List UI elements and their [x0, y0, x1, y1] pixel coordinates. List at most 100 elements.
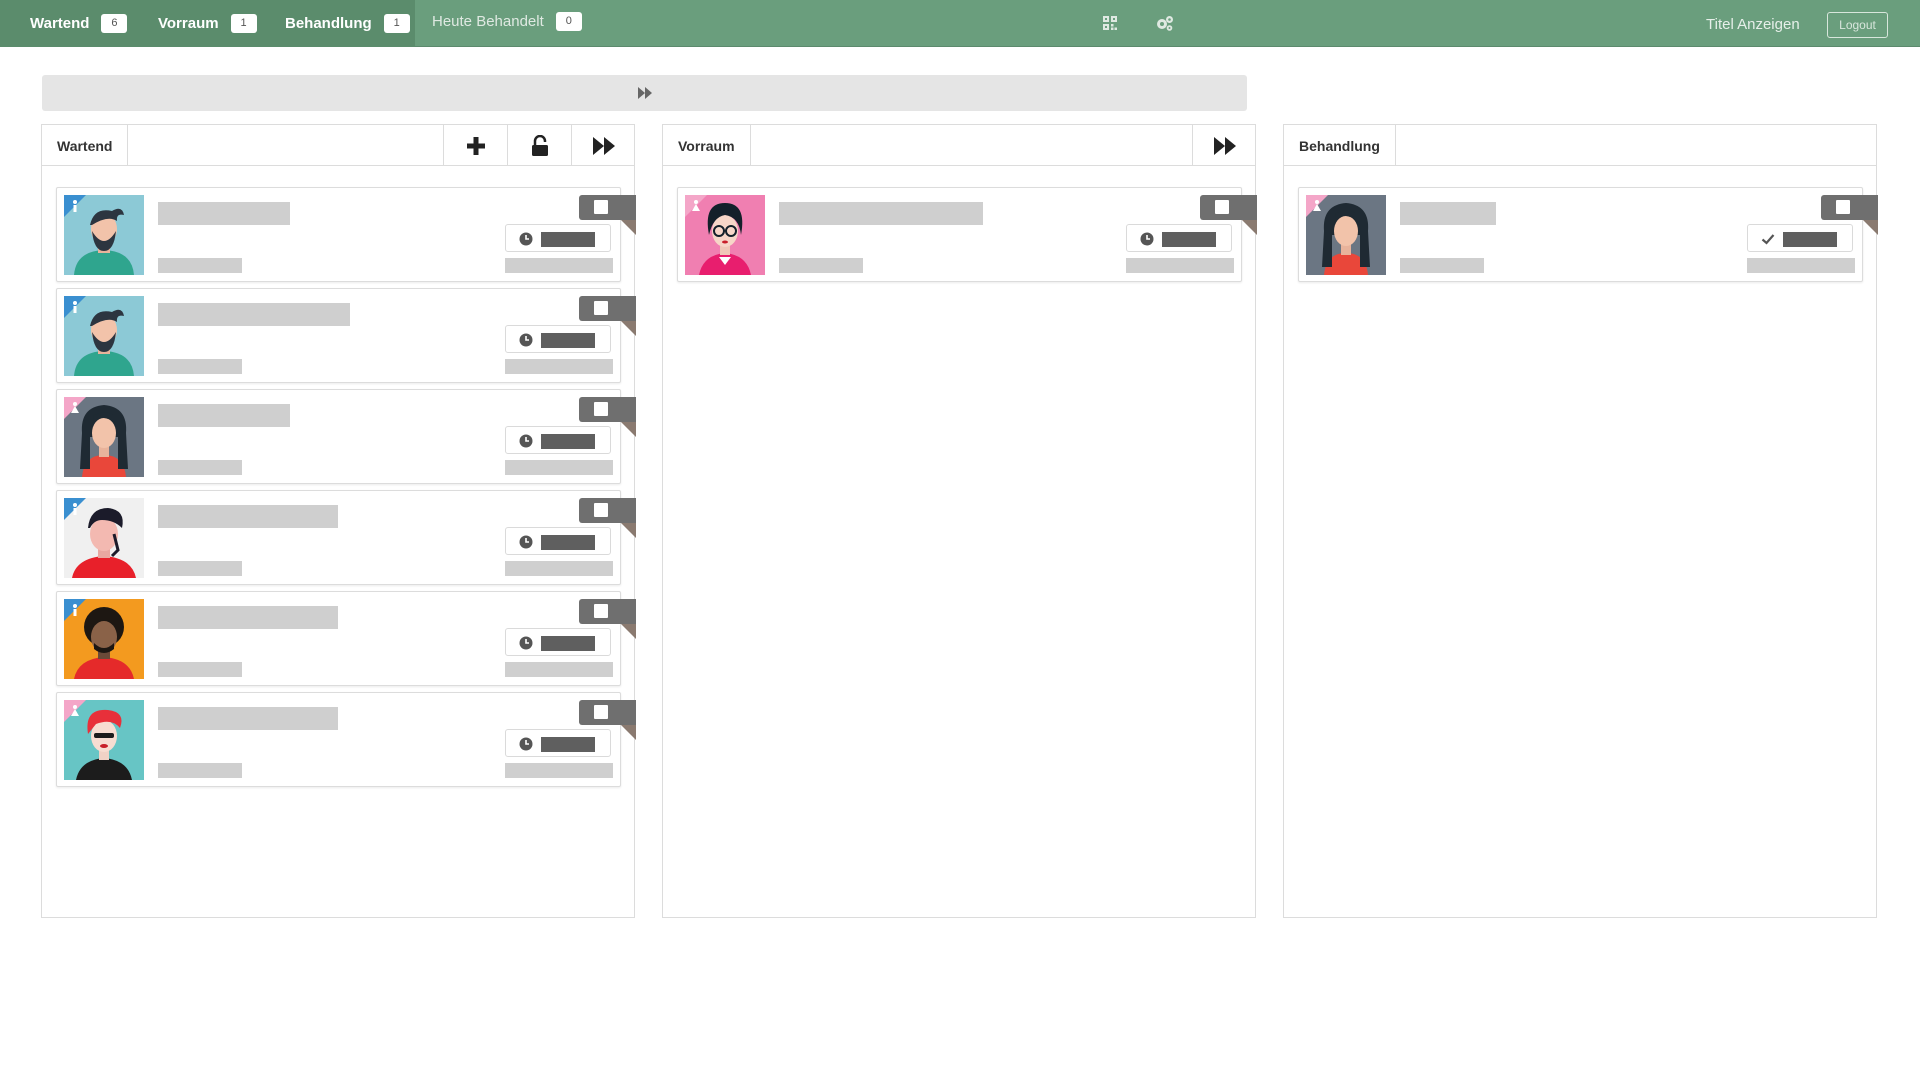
forward-icon [1213, 136, 1236, 155]
tab-behandlung[interactable]: Behandlung 1 [285, 0, 410, 47]
forward-column-button[interactable] [1192, 125, 1256, 166]
column-title: Wartend [42, 125, 129, 166]
waiting-time-box [1126, 224, 1232, 252]
select-flag[interactable] [579, 296, 636, 321]
waiting-time-redacted [541, 232, 595, 247]
avatar [1306, 195, 1386, 275]
forward-column-button[interactable] [571, 125, 635, 166]
waiting-time-redacted [541, 535, 595, 550]
forward-all-bar[interactable] [42, 75, 1247, 111]
column-vorraum: Vorraum [662, 124, 1257, 918]
qrcode-icon[interactable] [1102, 15, 1120, 33]
patient-card[interactable] [677, 187, 1257, 282]
flag-tail [621, 321, 636, 336]
column-header: Vorraum [663, 125, 1255, 166]
flag-tail [621, 422, 636, 437]
patient-card[interactable] [56, 591, 636, 686]
checkbox[interactable] [594, 200, 608, 214]
waiting-time-box [505, 426, 611, 454]
add-patient-button[interactable] [443, 125, 507, 166]
checkbox[interactable] [594, 301, 608, 315]
select-flag[interactable] [1821, 195, 1878, 220]
arrival-date-redacted [505, 460, 613, 475]
logout-button[interactable]: Logout [1827, 12, 1888, 38]
flag-tail [621, 523, 636, 538]
arrival-date-redacted [1747, 258, 1855, 273]
flag-tail [621, 624, 636, 639]
waiting-time-box [505, 325, 611, 353]
checkbox[interactable] [1215, 200, 1229, 214]
checkbox[interactable] [594, 705, 608, 719]
clock-icon [519, 333, 533, 347]
patient-card[interactable] [1298, 187, 1878, 282]
top-navbar: Wartend 6 Vorraum 1 Behandlung 1 Heute B… [0, 0, 1920, 47]
column-wartend: Wartend [41, 124, 636, 918]
patient-card[interactable] [56, 288, 636, 383]
waiting-time-redacted [541, 636, 595, 651]
tab-heute-behandelt[interactable]: Heute Behandelt 0 [432, 0, 582, 45]
tab-wartend-label: Wartend [30, 15, 90, 32]
flag-tail [621, 725, 636, 740]
arrival-date-redacted [505, 763, 613, 778]
tab-heute-behandelt-label: Heute Behandelt [432, 13, 544, 30]
checkbox[interactable] [594, 604, 608, 618]
clock-icon [519, 232, 533, 246]
checkbox[interactable] [1836, 200, 1850, 214]
checkbox[interactable] [594, 402, 608, 416]
forward-icon [592, 136, 615, 155]
arrival-date-redacted [505, 359, 613, 374]
unlock-icon [531, 134, 548, 156]
waiting-time-box [505, 628, 611, 656]
select-flag[interactable] [579, 498, 636, 523]
select-flag[interactable] [579, 700, 636, 725]
tab-vorraum[interactable]: Vorraum 1 [158, 0, 257, 47]
waiting-time-box [505, 224, 611, 252]
select-flag[interactable] [579, 397, 636, 422]
column-title: Vorraum [663, 125, 751, 166]
waiting-time-box [505, 729, 611, 757]
patient-card[interactable] [56, 490, 636, 585]
tab-behandlung-label: Behandlung [285, 15, 372, 32]
select-flag[interactable] [579, 599, 636, 624]
patient-info-redacted [158, 662, 242, 677]
forward-icon [637, 87, 652, 99]
treatment-time-redacted [1783, 232, 1837, 247]
patient-info-redacted [158, 763, 242, 778]
column-header: Wartend [42, 125, 634, 166]
arrival-date-redacted [1126, 258, 1234, 273]
column-header: Behandlung [1284, 125, 1876, 166]
waiting-time-redacted [1162, 232, 1216, 247]
avatar [685, 195, 765, 275]
patient-info-redacted [158, 460, 242, 475]
select-flag[interactable] [1200, 195, 1257, 220]
select-flag[interactable] [579, 195, 636, 220]
waiting-time-redacted [541, 737, 595, 752]
tab-wartend[interactable]: Wartend 6 [30, 0, 128, 47]
avatar [64, 195, 144, 275]
gears-icon[interactable] [1155, 15, 1173, 33]
tab-heute-behandelt-count: 0 [555, 12, 582, 31]
waiting-time-redacted [541, 434, 595, 449]
unlock-button[interactable] [507, 125, 571, 166]
checkbox[interactable] [594, 503, 608, 517]
avatar [64, 599, 144, 679]
clock-icon [1140, 232, 1154, 246]
column-behandlung: Behandlung [1283, 124, 1878, 918]
tab-vorraum-label: Vorraum [158, 15, 219, 32]
patient-card[interactable] [56, 187, 636, 282]
flag-tail [1242, 220, 1257, 235]
patient-name-redacted [158, 404, 290, 427]
patient-name-redacted [158, 606, 338, 629]
patient-name-redacted [158, 202, 290, 225]
flag-tail [1863, 220, 1878, 235]
check-icon [1761, 234, 1775, 245]
arrival-date-redacted [505, 662, 613, 677]
arrival-date-redacted [505, 561, 613, 576]
patient-card[interactable] [56, 389, 636, 484]
titel-anzeigen-link[interactable]: Titel Anzeigen [1706, 16, 1800, 33]
tab-wartend-count: 6 [101, 14, 128, 33]
clock-icon [519, 636, 533, 650]
flag-tail [621, 220, 636, 235]
patient-card[interactable] [56, 692, 636, 787]
tab-vorraum-count: 1 [230, 14, 257, 33]
